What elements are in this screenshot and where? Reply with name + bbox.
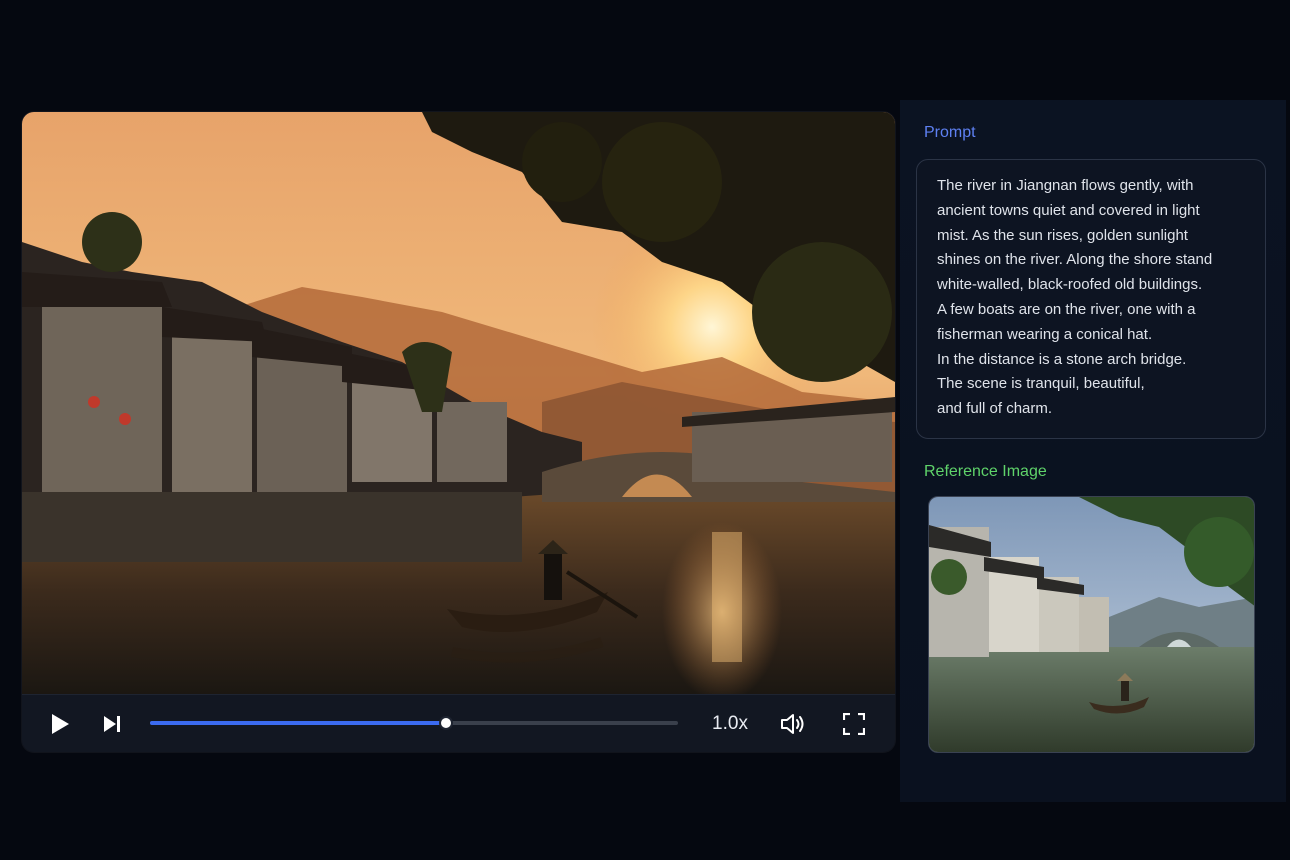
prompt-text-box[interactable]: The river in Jiangnan flows gently, with… bbox=[916, 159, 1266, 439]
play-icon bbox=[52, 714, 69, 734]
skip-next-icon bbox=[104, 716, 120, 732]
prompt-line: In the distance is a stone arch bridge. bbox=[937, 350, 1187, 368]
prompt-line: ancient towns quiet and covered in light bbox=[937, 201, 1200, 219]
prompt-line: fisherman wearing a conical hat. bbox=[937, 325, 1153, 343]
video-scene bbox=[22, 112, 895, 694]
prompt-label: Prompt bbox=[924, 124, 976, 141]
prompt-line: A few boats are on the river, one with a bbox=[937, 300, 1196, 318]
next-button[interactable] bbox=[100, 710, 124, 738]
video-frame[interactable] bbox=[22, 112, 895, 694]
volume-button[interactable] bbox=[780, 710, 808, 738]
fullscreen-icon bbox=[843, 713, 865, 735]
fullscreen-button[interactable] bbox=[842, 710, 866, 738]
prompt-line: The scene is tranquil, beautiful, bbox=[937, 375, 1145, 393]
reference-image[interactable] bbox=[928, 496, 1255, 753]
progress-fill bbox=[150, 721, 446, 725]
prompt-line: white-walled, black-roofed old buildings… bbox=[937, 276, 1203, 294]
control-bar: 1.0x bbox=[22, 694, 895, 752]
prompt-line: mist. As the sun rises, golden sunlight bbox=[937, 226, 1188, 244]
video-player[interactable]: 1.0x bbox=[22, 112, 895, 752]
prompt-line: and full of charm. bbox=[937, 400, 1053, 418]
prompt-line: The river in Jiangnan flows gently, with bbox=[937, 177, 1194, 194]
playback-speed[interactable]: 1.0x bbox=[710, 713, 750, 735]
volume-icon bbox=[781, 714, 804, 734]
progress-bar[interactable] bbox=[150, 716, 678, 730]
prompt-line: shines on the river. Along the shore sta… bbox=[937, 251, 1213, 269]
progress-thumb[interactable] bbox=[438, 716, 453, 730]
play-button[interactable] bbox=[46, 710, 74, 738]
reference-image-label: Reference Image bbox=[924, 463, 1047, 480]
reference-scene bbox=[929, 497, 1254, 752]
